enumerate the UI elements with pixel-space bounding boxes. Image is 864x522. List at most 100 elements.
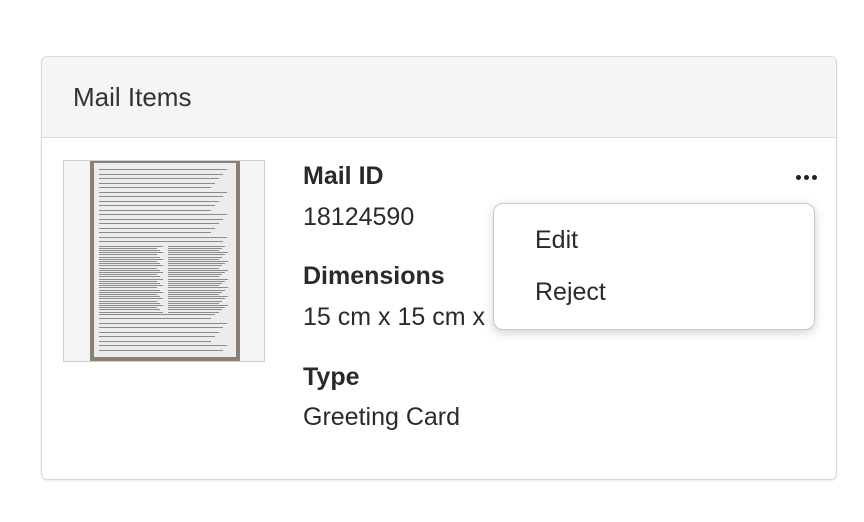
document-text-line xyxy=(168,267,219,269)
document-text-line xyxy=(168,269,228,271)
mail-id-value: 18124590 xyxy=(303,203,415,231)
more-options-button[interactable] xyxy=(792,166,820,188)
document-sheet xyxy=(94,163,236,357)
document-text-line xyxy=(168,265,222,267)
document-text-line xyxy=(168,260,228,262)
document-text-line xyxy=(168,263,225,265)
document-text-line xyxy=(99,258,163,260)
document-text-line xyxy=(99,236,227,238)
document-text-line xyxy=(99,196,223,197)
document-text-line xyxy=(99,265,163,267)
document-text-line xyxy=(99,327,223,329)
document-text-line xyxy=(99,285,163,287)
document-text-line xyxy=(99,289,160,291)
dimensions-label: Dimensions xyxy=(303,262,445,290)
document-text-line xyxy=(99,280,157,282)
document-text-line xyxy=(99,178,219,179)
document-text-line xyxy=(168,307,225,309)
type-label: Type xyxy=(303,363,360,391)
document-text-line xyxy=(168,300,222,302)
document-text-line xyxy=(99,205,215,206)
card-header: Mail Items xyxy=(42,57,836,138)
document-text-line xyxy=(168,311,219,313)
document-text-line xyxy=(99,309,160,311)
document-text-line xyxy=(168,249,219,251)
document-text-line xyxy=(168,278,228,280)
menu-item-reject[interactable]: Reject xyxy=(535,278,606,307)
document-text-line xyxy=(168,293,219,295)
document-text-line xyxy=(168,282,222,284)
document-text-line xyxy=(99,307,157,309)
more-horizontal-icon xyxy=(795,174,801,180)
document-text-line xyxy=(99,278,163,280)
document-text-line xyxy=(168,287,228,289)
type-value: Greeting Card xyxy=(303,403,461,431)
document-text-line xyxy=(168,291,222,293)
document-text-line xyxy=(168,304,228,306)
document-text-line xyxy=(99,311,163,313)
document-text-line xyxy=(99,260,157,262)
document-text-line xyxy=(99,254,157,256)
mail-item-thumbnail[interactable] xyxy=(63,160,265,362)
document-text-line xyxy=(99,293,157,295)
dimensions-value: 15 cm x 15 cm x xyxy=(303,303,485,331)
document-text-line xyxy=(99,191,227,193)
document-text-line xyxy=(99,209,211,211)
document-text-line xyxy=(99,269,160,271)
document-text-line xyxy=(99,245,163,247)
scanned-document-image xyxy=(90,161,240,361)
more-options-menu: Edit Reject xyxy=(493,203,815,330)
document-text-line xyxy=(168,298,225,300)
document-text-line xyxy=(99,267,157,269)
document-text-line xyxy=(99,173,223,175)
document-text-line xyxy=(168,258,219,260)
document-text-line xyxy=(168,302,219,304)
document-text-line xyxy=(99,241,223,242)
document-text-line xyxy=(168,280,225,282)
document-text-line xyxy=(99,252,163,254)
document-text-line xyxy=(99,276,160,278)
document-text-line xyxy=(168,254,225,256)
document-text-line xyxy=(99,274,157,276)
document-text-line xyxy=(168,245,225,247)
more-horizontal-icon-dot xyxy=(811,174,817,180)
document-text-line xyxy=(99,291,163,293)
document-text-line xyxy=(99,336,215,338)
document-text-line xyxy=(99,302,160,304)
document-text-line xyxy=(99,349,223,351)
document-text-line xyxy=(168,274,222,276)
document-text-line xyxy=(168,271,225,273)
more-horizontal-icon-dot xyxy=(803,174,809,180)
document-text-line xyxy=(168,289,225,291)
document-text-line xyxy=(168,276,219,278)
document-text-line xyxy=(99,169,227,170)
document-text-line xyxy=(99,287,157,289)
card-title: Mail Items xyxy=(73,81,192,112)
document-text-line xyxy=(168,247,222,249)
mail-id-label: Mail ID xyxy=(303,162,384,190)
document-text-line xyxy=(168,285,219,287)
document-text-line xyxy=(99,313,215,315)
document-text-line xyxy=(99,298,163,300)
document-text-line xyxy=(99,223,219,224)
document-text-line xyxy=(99,187,211,188)
document-text-line xyxy=(99,218,223,220)
document-text-line xyxy=(99,263,160,265)
document-text-line xyxy=(99,296,160,298)
document-text-line xyxy=(99,232,211,233)
document-text-line xyxy=(99,214,227,215)
document-text-line xyxy=(168,252,228,254)
document-text-line xyxy=(99,200,219,202)
document-text-line xyxy=(99,345,227,347)
document-text-line xyxy=(99,256,160,258)
document-text-line xyxy=(99,340,211,342)
document-text-line xyxy=(99,300,157,302)
document-text-line xyxy=(168,256,222,258)
document-text-line xyxy=(99,304,163,306)
document-text-line xyxy=(99,331,219,333)
document-text-line xyxy=(99,271,163,273)
menu-item-edit[interactable]: Edit xyxy=(535,226,578,255)
document-text-line xyxy=(99,249,160,251)
document-text-line xyxy=(99,227,215,229)
document-text-line xyxy=(99,247,157,249)
